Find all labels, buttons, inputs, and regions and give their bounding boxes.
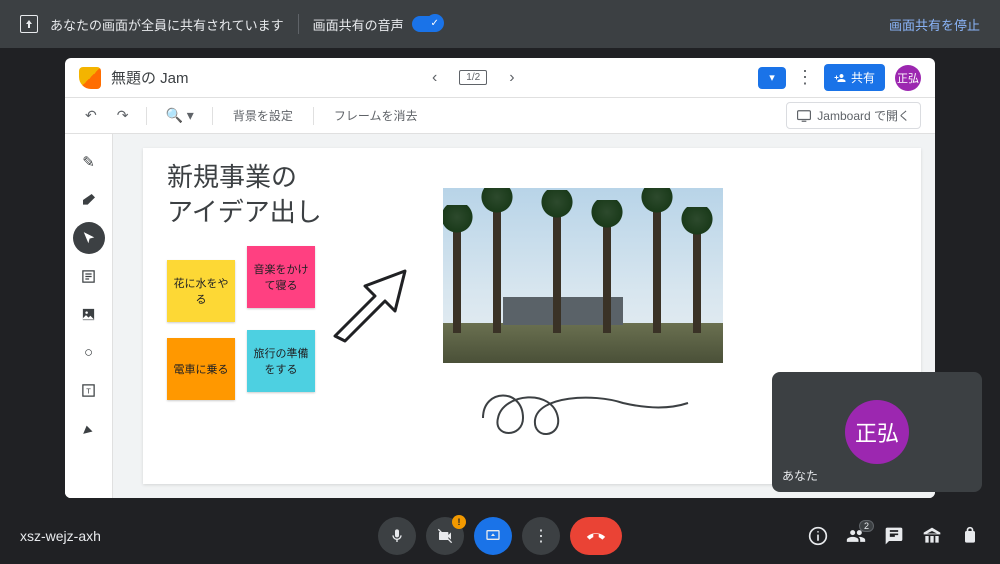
arrow-drawing[interactable] xyxy=(325,266,425,346)
prev-frame-button[interactable]: ‹ xyxy=(428,65,441,91)
sticky-note-tool[interactable] xyxy=(73,260,105,292)
background-picker-button[interactable]: ▾ xyxy=(758,67,786,89)
stop-sharing-button[interactable]: 画面共有を停止 xyxy=(889,15,980,34)
share-button-label: 共有 xyxy=(851,69,875,86)
canvas-heading[interactable]: 新規事業の アイデア出し xyxy=(167,160,322,230)
sticky-note[interactable]: 音楽をかけて寝る xyxy=(247,246,315,308)
meeting-code[interactable]: xsz-wejz-axh xyxy=(20,528,101,544)
tool-palette: ✎ ○ T xyxy=(65,134,113,498)
sticky-note[interactable]: 花に水をやる xyxy=(167,260,235,322)
eraser-tool[interactable] xyxy=(73,184,105,216)
laser-tool[interactable] xyxy=(73,412,105,444)
redo-button[interactable]: ↷ xyxy=(111,103,135,128)
leave-call-button[interactable] xyxy=(570,517,622,555)
shape-tool[interactable]: ○ xyxy=(73,336,105,368)
self-avatar: 正弘 xyxy=(845,400,909,464)
next-frame-button[interactable]: › xyxy=(505,65,518,91)
present-button[interactable] xyxy=(474,517,512,555)
svg-text:T: T xyxy=(86,386,91,395)
share-button[interactable]: 共有 xyxy=(824,64,885,91)
jamboard-title[interactable]: 無題の Jam xyxy=(111,67,189,88)
inserted-image[interactable] xyxy=(443,188,723,363)
more-menu-button[interactable]: ⋮ xyxy=(796,67,814,88)
chat-button[interactable] xyxy=(884,526,904,546)
pen-tool[interactable]: ✎ xyxy=(73,146,105,178)
share-audio-toggle[interactable]: ✓ xyxy=(412,16,442,32)
people-count-badge: 2 xyxy=(859,520,874,532)
share-audio-label: 画面共有の音声 xyxy=(313,15,404,34)
host-controls-button[interactable] xyxy=(960,526,980,546)
heading-line-1: 新規事業の xyxy=(167,160,322,195)
heading-line-2: アイデア出し xyxy=(167,195,322,230)
jamboard-toolbar: ↶ ↷ 🔍 ▾ 背景を設定 フレームを消去 Jamboard で開く xyxy=(65,98,935,134)
scribble-drawing[interactable] xyxy=(473,378,693,448)
people-button[interactable]: 2 xyxy=(846,526,866,546)
zoom-button[interactable]: 🔍 ▾ xyxy=(159,103,199,128)
mic-toggle-button[interactable] xyxy=(378,517,416,555)
image-tool[interactable] xyxy=(73,298,105,330)
sticky-note[interactable]: 電車に乗る xyxy=(167,338,235,400)
more-options-button[interactable]: ⋮ xyxy=(522,517,560,555)
open-in-label: Jamboard で開く xyxy=(817,107,910,124)
meet-bottom-bar: xsz-wejz-axh ! ⋮ 2 xyxy=(0,508,1000,564)
open-in-jamboard-button[interactable]: Jamboard で開く xyxy=(786,102,921,129)
frame-indicator[interactable]: 1/2 xyxy=(459,70,487,85)
text-tool[interactable]: T xyxy=(73,374,105,406)
set-background-button[interactable]: 背景を設定 xyxy=(225,103,301,128)
self-view-tile[interactable]: 正弘 あなた xyxy=(772,372,982,492)
self-name: あなた xyxy=(782,467,818,484)
undo-button[interactable]: ↶ xyxy=(79,103,103,128)
share-message: あなたの画面が全員に共有されています xyxy=(50,15,284,34)
jamboard-header: 無題の Jam ‹ 1/2 › ▾ ⋮ 共有 正弘 xyxy=(65,58,935,98)
select-tool[interactable] xyxy=(73,222,105,254)
open-external-icon xyxy=(797,110,811,122)
clear-frame-button[interactable]: フレームを消去 xyxy=(326,103,426,128)
user-avatar[interactable]: 正弘 xyxy=(895,65,921,91)
divider xyxy=(298,14,299,34)
screen-share-banner: あなたの画面が全員に共有されています 画面共有の音声 ✓ 画面共有を停止 xyxy=(0,0,1000,48)
present-icon xyxy=(20,15,38,33)
camera-toggle-button[interactable]: ! xyxy=(426,517,464,555)
sticky-note[interactable]: 旅行の準備をする xyxy=(247,330,315,392)
warning-badge-icon: ! xyxy=(452,515,466,529)
jamboard-logo-icon xyxy=(79,67,101,89)
meeting-details-button[interactable] xyxy=(808,526,828,546)
person-add-icon xyxy=(834,72,846,84)
activities-button[interactable] xyxy=(922,526,942,546)
